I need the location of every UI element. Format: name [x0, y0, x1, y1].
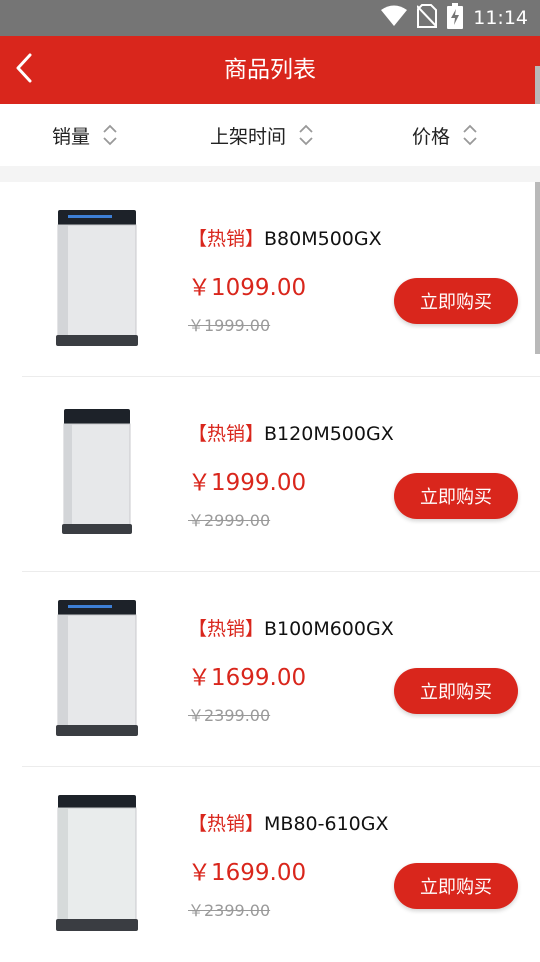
sort-updown-icon [298, 123, 314, 147]
product-item[interactable]: 【热销】B100M600GX ￥1699.00 ￥2399.00 立即购买 [22, 572, 540, 767]
product-item[interactable]: 【热销】B120M500GX ￥1999.00 ￥2999.00 立即购买 [22, 377, 540, 572]
sort-label: 销量 [52, 125, 91, 148]
sort-by-price[interactable]: 价格 [412, 104, 478, 166]
sort-by-listing-time[interactable]: 上架时间 [210, 104, 314, 166]
product-name: 【热销】MB80-610GX [188, 809, 388, 836]
original-price: ￥2399.00 [188, 901, 271, 920]
current-price: ￥1699.00 [188, 665, 307, 691]
product-model: B100M600GX [264, 618, 394, 640]
current-price: ￥1099.00 [188, 275, 307, 301]
product-name: 【热销】B80M500GX [188, 224, 382, 251]
status-time: 11:14 [473, 7, 528, 29]
product-item[interactable]: 【热销】MB80-610GX ￥1699.00 ￥2399.00 立即购买 [22, 767, 540, 962]
washing-machine-image [56, 210, 138, 348]
original-price: ￥2399.00 [188, 706, 271, 725]
sort-updown-icon [462, 123, 478, 147]
wifi-icon [381, 5, 408, 31]
product-model: B80M500GX [264, 228, 382, 250]
product-item[interactable]: 【热销】B80M500GX ￥1099.00 ￥1999.00 立即购买 [22, 182, 540, 377]
current-price: ￥1699.00 [188, 860, 307, 886]
back-button[interactable] [14, 50, 60, 90]
page-title: 商品列表 [224, 57, 316, 83]
hot-tag: 【热销】 [188, 228, 265, 250]
product-name: 【热销】B120M500GX [188, 419, 394, 446]
hot-tag: 【热销】 [188, 423, 265, 445]
section-divider [0, 166, 540, 182]
status-bar: 11:14 [0, 0, 540, 36]
sort-updown-icon [102, 123, 118, 147]
current-price: ￥1999.00 [188, 470, 307, 496]
buy-now-button[interactable]: 立即购买 [394, 863, 518, 909]
washing-machine-image [56, 600, 138, 738]
washing-machine-image [56, 795, 138, 933]
sort-by-sales[interactable]: 销量 [52, 104, 118, 166]
no-sim-icon [416, 4, 438, 32]
product-model: MB80-610GX [264, 813, 389, 835]
sort-bar: 销量 上架时间 价格 [0, 104, 540, 166]
buy-now-button[interactable]: 立即购买 [394, 278, 518, 324]
battery-charging-icon [447, 3, 464, 33]
sort-label: 价格 [412, 125, 451, 148]
sort-label: 上架时间 [210, 125, 287, 148]
app-bar: 商品列表 [0, 36, 540, 104]
product-list: 【热销】B80M500GX ￥1099.00 ￥1999.00 立即购买 【热销… [0, 182, 540, 962]
product-model: B120M500GX [264, 423, 394, 445]
hot-tag: 【热销】 [188, 618, 265, 640]
buy-now-button[interactable]: 立即购买 [394, 668, 518, 714]
washing-machine-image [56, 405, 138, 543]
original-price: ￥1999.00 [188, 316, 271, 335]
chevron-left-icon [14, 52, 34, 88]
buy-now-button[interactable]: 立即购买 [394, 473, 518, 519]
original-price: ￥2999.00 [188, 511, 271, 530]
product-name: 【热销】B100M600GX [188, 614, 394, 641]
status-icons: 11:14 [381, 0, 528, 36]
hot-tag: 【热销】 [188, 813, 265, 835]
